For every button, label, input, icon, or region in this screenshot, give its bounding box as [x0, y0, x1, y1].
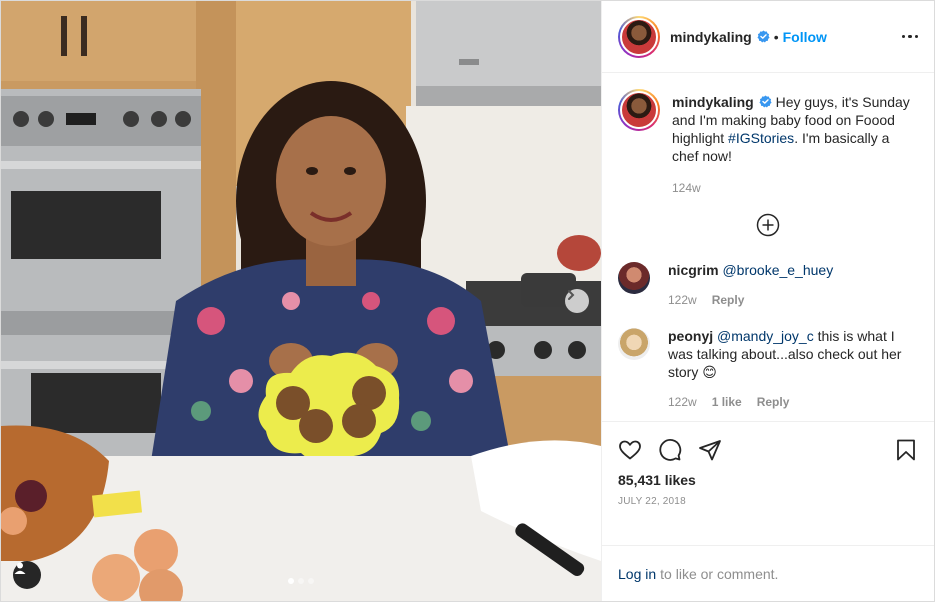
post-date[interactable]: July 22, 2018	[618, 496, 918, 507]
post-caption: mindykaling Hey guys, it's Sunday and I'…	[618, 89, 918, 195]
login-link[interactable]: Log in	[618, 566, 656, 582]
comment-item: nicgrim @brooke_e_huey 122w Reply	[618, 259, 918, 307]
comment-text: peonyj @mandy_joy_c this is what I was t…	[668, 325, 918, 381]
post-header: mindykaling • Follow	[602, 1, 934, 73]
comment-like-count[interactable]: 1 like	[712, 395, 742, 409]
comment-meta: 122w 1 like Reply	[668, 395, 918, 409]
carousel-indicator	[288, 578, 314, 584]
verified-badge-icon	[757, 30, 770, 43]
comment-timestamp[interactable]: 122w	[668, 395, 697, 409]
post-container: mindykaling • Follow mindykaling Hey guy…	[0, 0, 935, 602]
commenter-username[interactable]: nicgrim	[668, 262, 719, 278]
save-bookmark-icon[interactable]	[894, 438, 918, 462]
author-avatar[interactable]	[618, 15, 660, 58]
comment-text: nicgrim @brooke_e_huey	[668, 259, 833, 279]
comment-icon[interactable]	[658, 438, 682, 462]
comment-meta: 122w Reply	[668, 293, 833, 307]
load-more-comments-icon	[756, 213, 780, 237]
login-prompt: Log in to like or comment.	[602, 545, 934, 601]
reply-button[interactable]: Reply	[757, 395, 790, 409]
carousel-next-icon	[568, 290, 575, 300]
follow-button[interactable]: Follow	[783, 29, 827, 45]
post-sidebar: mindykaling • Follow mindykaling Hey guy…	[601, 1, 934, 601]
share-icon[interactable]	[698, 438, 722, 462]
caption-username[interactable]: mindykaling	[672, 94, 754, 110]
post-actions-area: 85,431 likes July 22, 2018	[602, 421, 934, 545]
heart-icon[interactable]	[618, 438, 642, 462]
caption-text: mindykaling Hey guys, it's Sunday and I'…	[672, 89, 918, 165]
kitchen-photo	[1, 1, 601, 601]
user-tag-icon	[14, 562, 26, 574]
header-separator: •	[773, 28, 779, 45]
caption-timestamp[interactable]: 124w	[672, 181, 918, 195]
carousel-next-button[interactable]	[565, 289, 589, 313]
commenter-username[interactable]: peonyj	[668, 328, 713, 344]
commenter-avatar[interactable]	[618, 328, 650, 360]
carousel-dot	[298, 578, 304, 584]
carousel-dot	[308, 578, 314, 584]
comment-mention[interactable]: @brooke_e_huey	[722, 262, 833, 278]
action-bar	[618, 430, 918, 470]
comments-section: mindykaling Hey guys, it's Sunday and I'…	[602, 73, 934, 421]
login-prompt-text: to like or comment.	[660, 565, 779, 582]
comment-item: peonyj @mandy_joy_c this is what I was t…	[618, 325, 918, 409]
more-options-icon[interactable]	[901, 34, 918, 39]
comment-mention[interactable]: @mandy_joy_c	[717, 328, 814, 344]
like-count[interactable]: 85,431 likes	[618, 472, 918, 488]
post-photo[interactable]	[1, 1, 601, 601]
verified-badge-icon	[759, 95, 772, 108]
comment-timestamp[interactable]: 122w	[668, 293, 697, 307]
carousel-dot-active	[288, 578, 294, 584]
caption-hashtag[interactable]: #IGStories	[728, 130, 794, 146]
author-username[interactable]: mindykaling	[670, 29, 752, 45]
commenter-avatar[interactable]	[618, 262, 650, 294]
user-tag-button[interactable]	[13, 561, 41, 589]
reply-button[interactable]: Reply	[712, 293, 745, 307]
load-more-comments-button[interactable]	[618, 213, 918, 237]
caption-avatar[interactable]	[618, 89, 660, 131]
